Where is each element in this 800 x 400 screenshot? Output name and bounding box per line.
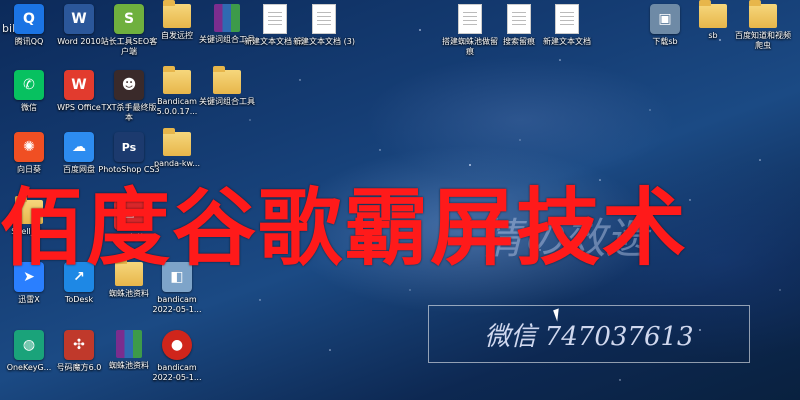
window-icon: ▣ (650, 4, 680, 34)
folder-icon (699, 0, 727, 28)
desktop-icon-text-new[interactable]: 新建文本文档 (538, 4, 596, 70)
icon-label: 关键词组合工具 (199, 97, 255, 106)
folder-icon (163, 66, 191, 94)
text-file-icon (507, 4, 531, 34)
cloud-icon: ☁ (64, 132, 94, 162)
desktop[interactable]: bilibili Q 腾讯QQ ✆ 微信 ✺ 向日葵 Shell_V... ➤ … (0, 0, 800, 400)
overlay-title: 佰度谷歌霸屏技术 (0, 179, 689, 277)
sunlogin-icon: ✺ (14, 132, 44, 162)
folder-icon (749, 0, 777, 28)
icon-label: bandicam 2022-05-1... (152, 363, 202, 382)
icon-label: panda-kw... (154, 159, 200, 168)
photoshop-icon: Ps (114, 132, 144, 162)
folder-icon (163, 128, 191, 156)
icon-label: 新建文本文档 (543, 37, 591, 46)
skull-icon: ☻ (114, 70, 144, 100)
text-file-icon (458, 4, 482, 34)
icon-label: 百度知道和视频爬虫 (735, 31, 791, 50)
icon-label: bandicam 2022-05-1... (152, 295, 202, 314)
text-file-icon (555, 4, 579, 34)
icon-label: 新建文本文档 (3) (293, 37, 355, 46)
rubik-icon: ✣ (64, 330, 94, 360)
desktop-icon-bandicam-video-2[interactable]: ● bandicam 2022-05-1... (148, 330, 206, 396)
folder-icon (163, 0, 191, 28)
seo-tool-icon: S (114, 4, 144, 34)
wechat-icon: ✆ (14, 70, 44, 100)
text-file-icon (263, 4, 287, 34)
desktop-icon-keyword-folder[interactable]: 关键词组合工具 (198, 66, 256, 136)
onekeyghost-icon: ◍ (14, 330, 44, 360)
text-file-icon (312, 4, 336, 34)
folder-icon (213, 66, 241, 94)
wechat-contact-box: 微信 747037613 (428, 305, 750, 363)
word-icon: W (64, 4, 94, 34)
desktop-icon-baidu-crawler-folder[interactable]: 百度知道和视频爬虫 (734, 0, 792, 70)
archive-icon (214, 4, 240, 32)
wps-icon: W (64, 70, 94, 100)
bandicam-icon: ● (162, 330, 192, 360)
desktop-icon-text-3[interactable]: 新建文本文档 (3) (293, 4, 355, 70)
qq-icon: Q (14, 4, 44, 34)
archive-icon (116, 330, 142, 358)
wechat-contact-text: 微信 747037613 (484, 321, 694, 352)
